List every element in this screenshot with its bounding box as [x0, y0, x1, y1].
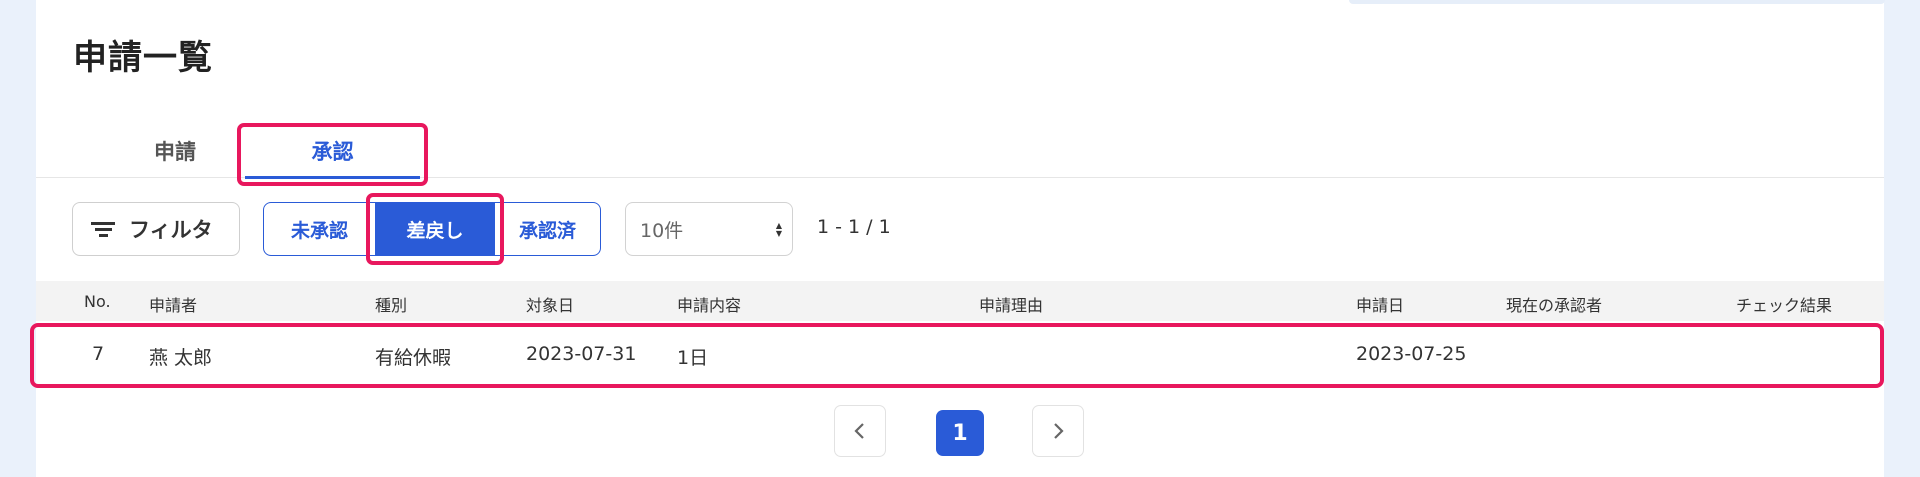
table-header	[36, 281, 1884, 321]
main-card: 申請一覧 申請 承認 フィルタ 未承認 差戻し 承認済 10件 ▲ ▼ 1 - 1…	[30, 0, 1885, 477]
active-tab-indicator	[245, 176, 420, 179]
per-page-value: 10件	[640, 219, 684, 242]
col-applicant: 申請者	[149, 296, 198, 315]
col-apply-date: 申請日	[1356, 296, 1405, 315]
col-current-approver: 現在の承認者	[1506, 296, 1603, 315]
col-type: 種別	[375, 296, 408, 315]
chevron-right-icon	[1054, 423, 1064, 439]
per-page-select[interactable]: 10件 ▲ ▼	[625, 202, 793, 256]
cell-target-date: 2023-07-31	[526, 343, 637, 365]
cell-content: 1日	[677, 347, 709, 369]
row-highlight-box	[30, 323, 1884, 388]
cell-no: 7	[92, 343, 105, 365]
status-approved-button[interactable]: 承認済	[494, 202, 601, 256]
page-title: 申請一覧	[73, 38, 213, 78]
page-button-current[interactable]: 1	[936, 410, 984, 456]
header-strip	[1349, 0, 1885, 4]
select-arrows-icon: ▲ ▼	[775, 221, 782, 238]
filter-label: フィルタ	[129, 218, 213, 242]
filter-button[interactable]: フィルタ	[72, 202, 240, 256]
col-no: No.	[84, 292, 111, 311]
tab-apply[interactable]: 申請	[110, 126, 240, 178]
cell-applicant: 燕 太郎	[149, 347, 213, 369]
status-returned-button[interactable]: 差戻し	[376, 202, 494, 256]
result-count: 1 - 1 / 1	[817, 216, 891, 238]
cell-apply-date: 2023-07-25	[1356, 343, 1467, 365]
tab-approve[interactable]: 承認	[245, 126, 420, 178]
prev-page-button[interactable]	[834, 405, 886, 457]
next-page-button[interactable]	[1032, 405, 1084, 457]
filter-icon	[91, 220, 115, 238]
col-target-date: 対象日	[526, 296, 575, 315]
cell-type: 有給休暇	[375, 347, 452, 369]
status-unapproved-button[interactable]: 未承認	[263, 202, 376, 256]
col-check-result: チェック結果	[1736, 296, 1833, 315]
chevron-left-icon	[854, 423, 864, 439]
col-content: 申請内容	[677, 296, 742, 315]
col-reason: 申請理由	[979, 296, 1044, 315]
